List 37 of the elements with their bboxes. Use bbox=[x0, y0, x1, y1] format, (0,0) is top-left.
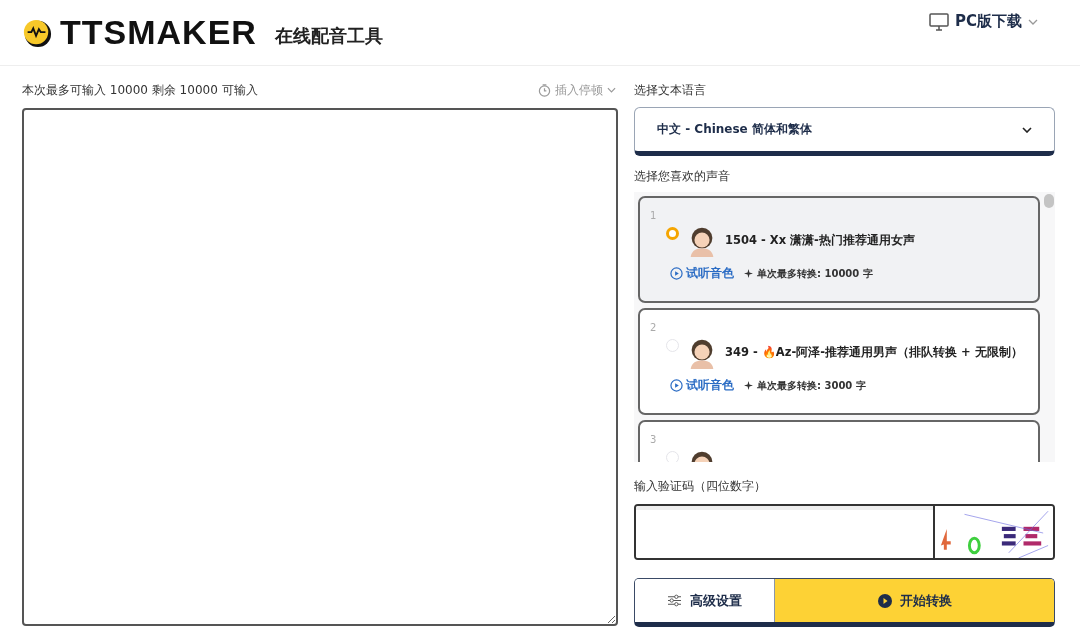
voice-card[interactable]: 1 1504 - Xx 潇潇-热门推荐通用女声 试听音色 单次最多转换: 10000 字 bbox=[638, 196, 1040, 303]
logo-text: TTSMAKER bbox=[60, 13, 257, 52]
scrollbar-thumb[interactable] bbox=[1044, 194, 1054, 208]
voice-limit: 单次最多转换: 10000 字 bbox=[757, 266, 873, 281]
captcha-input-field[interactable] bbox=[636, 506, 935, 558]
sparkle-icon bbox=[744, 269, 753, 278]
preview-link[interactable]: 试听音色 bbox=[670, 377, 734, 394]
voice-limit: 单次最多转换: 3000 字 bbox=[757, 378, 866, 393]
play-icon bbox=[670, 267, 683, 280]
advanced-settings-button[interactable]: 高级设置 bbox=[635, 579, 775, 622]
download-button[interactable]: PC版下载 bbox=[923, 11, 1044, 32]
voice-number: 2 bbox=[650, 322, 657, 333]
sliders-icon bbox=[667, 594, 682, 607]
language-dropdown[interactable]: 中文 - Chinese 简体和繁体 bbox=[634, 107, 1055, 156]
sparkle-icon bbox=[744, 381, 753, 390]
voice-number: 3 bbox=[650, 434, 657, 445]
character-counter: 本次最多可输入 10000 剩余 10000 可输入 bbox=[22, 81, 258, 99]
start-conversion-button[interactable]: 开始转换 bbox=[775, 579, 1054, 622]
chevron-down-icon bbox=[607, 87, 616, 93]
play-icon bbox=[670, 379, 683, 392]
monitor-icon bbox=[929, 12, 949, 31]
voice-number: 1 bbox=[650, 210, 657, 221]
captcha-label: 输入验证码（四位数字） bbox=[634, 478, 767, 495]
text-input-field[interactable] bbox=[22, 108, 618, 626]
voice-card[interactable]: 2 349 - 🔥Az-阿泽-推荐通用男声（排队转换 + 无限制） 试听音色 单次最多转换: 3000 字 bbox=[638, 308, 1040, 415]
chevron-down-icon bbox=[1022, 126, 1032, 133]
timer-icon bbox=[538, 83, 551, 97]
logo-icon bbox=[22, 17, 52, 48]
language-label: 选择文本语言 bbox=[634, 82, 707, 99]
tagline: 在线配音工具 bbox=[274, 23, 383, 48]
radio-button[interactable] bbox=[666, 227, 679, 240]
chevron-down-icon bbox=[1028, 18, 1038, 25]
voice-name: 1504 - Xx 潇潇-热门推荐通用女声 bbox=[725, 232, 915, 248]
play-icon bbox=[877, 593, 892, 608]
voice-label: 选择您喜欢的声音 bbox=[634, 168, 731, 185]
preview-link[interactable]: 试听音色 bbox=[670, 265, 734, 282]
voice-name: 349 - 🔥Az-阿泽-推荐通用男声（排队转换 + 无限制） bbox=[725, 344, 1023, 360]
